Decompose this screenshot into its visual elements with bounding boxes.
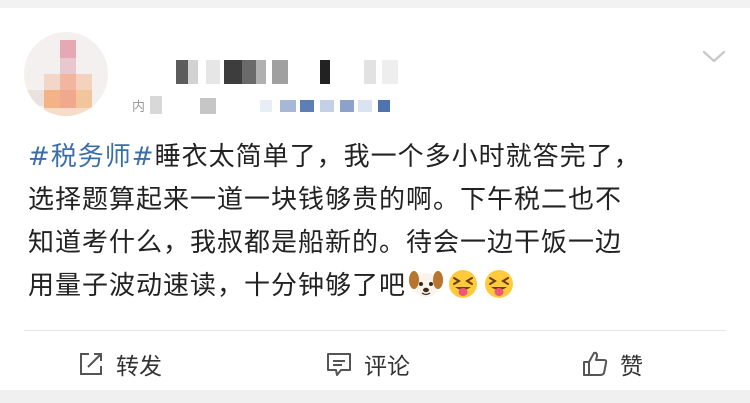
post-meta-redacted	[132, 94, 412, 116]
chevron-down-icon[interactable]	[700, 42, 728, 70]
top-gap	[0, 0, 750, 8]
like-label: 赞	[620, 354, 643, 380]
repost-icon	[80, 353, 102, 375]
dog-face-icon	[409, 271, 444, 297]
hashtag-link[interactable]: #税务师#	[28, 142, 155, 172]
post-line-4: 用量子波动速读，十分钟够了吧	[28, 265, 728, 308]
post-line-1-text: 睡衣太简单了，我一个多小时就答完了，	[154, 142, 641, 172]
post-line-4-text: 用量子波动速读，十分钟够了吧	[28, 271, 407, 301]
like-button[interactable]: 赞	[580, 346, 643, 382]
comment-label: 评论	[364, 354, 410, 380]
bottom-gap	[0, 390, 750, 403]
username-redacted[interactable]	[148, 60, 428, 84]
squinting-tongue-face-icon	[485, 270, 514, 298]
thumbs-up-icon	[583, 351, 608, 376]
post-line-2: 选择题算起来一道一块钱够贵的啊。下午税二也不	[28, 185, 623, 215]
post-line-3: 知道考什么，我叔都是船新的。待会一边干饭一边	[28, 228, 623, 258]
avatar[interactable]	[24, 32, 108, 116]
repost-label: 转发	[116, 354, 162, 380]
repost-button[interactable]: 转发	[76, 346, 162, 382]
post-body: #税务师#睡衣太简单了，我一个多小时就答完了， 选择题算起来一道一块钱够贵的啊。…	[28, 136, 728, 308]
divider	[24, 330, 726, 331]
comment-button[interactable]: 评论	[324, 346, 410, 382]
comment-icon	[327, 353, 351, 376]
weibo-post-card: 内 #税务师#睡衣太简单了，我一个多小时就答完了， 选择题算起来一道一块钱够贵的…	[0, 8, 750, 390]
squinting-tongue-face-icon	[449, 270, 478, 298]
post-line-1: #税务师#睡衣太简单了，我一个多小时就答完了，	[28, 136, 728, 179]
